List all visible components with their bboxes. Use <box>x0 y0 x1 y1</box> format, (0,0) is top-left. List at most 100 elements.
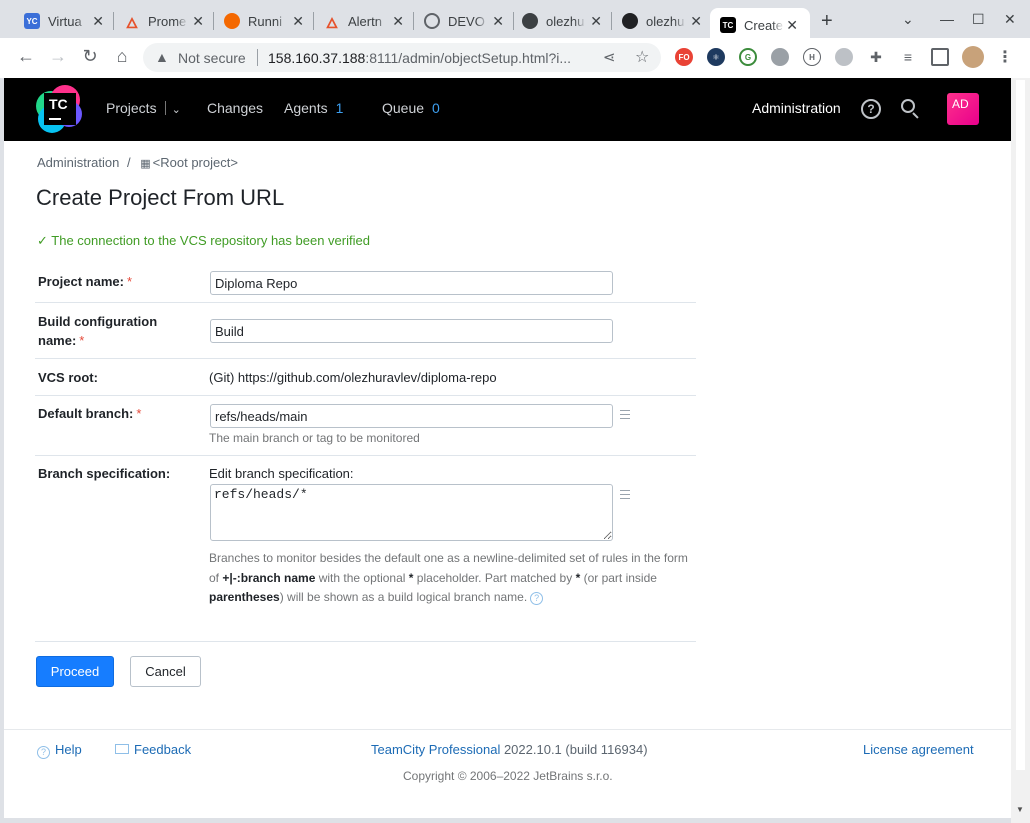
browser-tab-1[interactable]: YC Virtua ✕ <box>24 8 104 34</box>
side-panel-icon[interactable] <box>931 48 949 66</box>
footer-copyright: Copyright © 2006–2022 JetBrains s.r.o. <box>403 769 613 783</box>
extension-h-icon[interactable]: H <box>803 48 821 66</box>
license-link-text[interactable]: License agreement <box>863 742 974 757</box>
tab-title: Virtua <box>48 13 82 29</box>
build-config-input[interactable] <box>210 319 613 343</box>
nav-changes[interactable]: Changes <box>207 100 263 116</box>
browser-tab-6[interactable]: olezhu ✕ <box>522 8 602 34</box>
project-grid-icon: ▦ <box>140 158 151 170</box>
project-name-row: Project name: * <box>35 262 696 303</box>
nav-agents[interactable]: Agents 1 <box>284 100 343 116</box>
profile-avatar[interactable] <box>962 46 984 68</box>
extension-gray-icon[interactable] <box>771 48 789 66</box>
tab-search-chevron-down-icon[interactable]: ⌄ <box>902 11 914 28</box>
docker-icon <box>522 13 538 29</box>
grafana-icon <box>224 13 240 29</box>
url-text[interactable]: 158.160.37.188:8111/admin/objectSetup.ht… <box>268 50 571 66</box>
browser-tab-7[interactable]: olezhu ✕ <box>622 8 702 34</box>
footer-license-link[interactable]: License agreement <box>863 742 974 757</box>
new-tab-icon[interactable]: + <box>821 11 833 31</box>
security-label[interactable]: Not secure <box>178 50 246 66</box>
build-config-label: Build configuration name: * <box>38 314 158 348</box>
feedback-link-text[interactable]: Feedback <box>134 742 191 757</box>
help-question-icon[interactable]: ? <box>530 592 544 605</box>
prometheus-flame-icon: 🜂 <box>125 14 139 31</box>
address-bar[interactable]: ▲ Not secure 158.160.37.188:8111/admin/o… <box>143 43 661 72</box>
tab-title: Runni <box>248 13 282 29</box>
home-icon[interactable]: ⌂ <box>112 46 132 66</box>
default-branch-input[interactable] <box>210 404 613 428</box>
extension-react-icon[interactable]: ⚛ <box>707 48 725 66</box>
nav-projects[interactable]: Projects ⌄ <box>106 100 181 116</box>
minimize-window-icon[interactable]: — <box>940 11 954 27</box>
close-tab-icon[interactable]: ✕ <box>92 13 104 29</box>
help-icon[interactable]: ? <box>861 99 881 119</box>
extension-globe-icon[interactable] <box>835 48 853 66</box>
maximize-window-icon[interactable]: ☐ <box>972 11 985 28</box>
nav-queue[interactable]: Queue 0 <box>382 100 440 116</box>
default-branch-row: Default branch:* The main branch or tag … <box>35 396 696 456</box>
yc-favicon-icon: YC <box>24 13 40 29</box>
kebab-menu-icon[interactable]: ⋮ <box>996 48 1014 66</box>
tab-title: olezhu <box>646 13 685 29</box>
media-queue-icon[interactable]: ≡ <box>899 48 917 66</box>
teamcity-favicon-icon: TC <box>720 17 736 33</box>
list-icon[interactable] <box>620 490 630 499</box>
search-icon[interactable] <box>901 99 921 119</box>
alertmanager-flame-icon: 🜂 <box>325 14 339 31</box>
close-tab-icon[interactable]: ✕ <box>690 13 702 29</box>
vcs-root-value: (Git) https://github.com/olezhuravlev/di… <box>209 370 497 385</box>
teamcity-header: TC Projects ⌄ Changes Agents 1 Queue 0 Admi… <box>4 78 1011 141</box>
branch-spec-description: Branches to monitor besides the default … <box>209 551 688 605</box>
extension-fo-icon[interactable]: FO <box>675 48 693 66</box>
bookmark-star-icon[interactable]: ☆ <box>635 47 649 67</box>
branch-spec-textarea[interactable]: refs/heads/* <box>210 484 613 541</box>
browser-tab-3[interactable]: Runni ✕ <box>224 8 304 34</box>
close-tab-icon[interactable]: ✕ <box>492 13 504 29</box>
help-link-text[interactable]: Help <box>55 742 82 757</box>
browser-tab-active[interactable]: TC Create ✕ <box>710 8 810 42</box>
default-branch-hint: The main branch or tag to be monitored <box>209 431 420 445</box>
browser-tab-2[interactable]: 🜂 Prome ✕ <box>124 8 204 34</box>
vcs-root-label: VCS root: <box>38 370 98 385</box>
footer-help-link[interactable]: ? Help <box>37 742 82 759</box>
project-name-input[interactable] <box>210 271 613 295</box>
teamcity-logo[interactable]: TC <box>36 85 84 133</box>
extension-green-icon[interactable]: G <box>739 48 757 66</box>
breadcrumb-administration[interactable]: Administration <box>37 155 119 170</box>
share-icon[interactable]: ⋖ <box>603 48 616 66</box>
forward-arrow-icon[interactable]: → <box>48 46 68 66</box>
close-window-icon[interactable]: ✕ <box>1004 11 1016 28</box>
close-tab-icon[interactable]: ✕ <box>192 13 204 29</box>
footer: ? Help Feedback TeamCity Professional 202… <box>4 729 1011 818</box>
footer-feedback-link[interactable]: Feedback <box>115 742 191 757</box>
nav-projects-label[interactable]: Projects <box>106 100 157 116</box>
page-scrollbar[interactable] <box>1011 78 1030 823</box>
back-arrow-icon[interactable]: ← <box>16 46 36 66</box>
browser-tab-4[interactable]: 🜂 Alertn ✕ <box>324 8 404 34</box>
list-icon[interactable] <box>620 410 630 419</box>
close-tab-icon[interactable]: ✕ <box>590 13 602 29</box>
extensions-puzzle-icon[interactable]: ✚ <box>867 48 885 66</box>
footer-version: TeamCity Professional 2022.10.1 (build 1… <box>371 742 648 757</box>
project-name-label: Project name: * <box>38 274 133 289</box>
proceed-button[interactable]: Proceed <box>36 656 114 687</box>
nav-administration[interactable]: Administration <box>752 100 841 116</box>
default-branch-label: Default branch: * <box>38 406 142 421</box>
main-content: Administration / ▦ <Root project> Create … <box>4 141 1011 729</box>
scroll-down-arrow-icon[interactable]: ▼ <box>1016 805 1024 814</box>
close-tab-icon[interactable]: ✕ <box>392 13 404 29</box>
tab-title: DEVO <box>448 13 485 29</box>
tab-title: Create <box>744 17 784 33</box>
chevron-down-icon[interactable]: ⌄ <box>172 103 181 116</box>
reload-icon[interactable]: ↻ <box>80 46 100 66</box>
cancel-button[interactable]: Cancel <box>130 656 201 687</box>
close-tab-icon[interactable]: ✕ <box>292 13 304 29</box>
browser-tab-5[interactable]: DEVO ✕ <box>424 8 504 34</box>
teamcity-product-link[interactable]: TeamCity Professional <box>371 742 500 757</box>
close-tab-icon[interactable]: ✕ <box>786 17 798 33</box>
tab-title: olezhu <box>546 13 585 29</box>
warning-triangle-icon: ▲ <box>155 49 169 65</box>
user-avatar[interactable]: AD <box>947 93 979 125</box>
breadcrumb-root-project[interactable]: <Root project> <box>153 155 238 170</box>
